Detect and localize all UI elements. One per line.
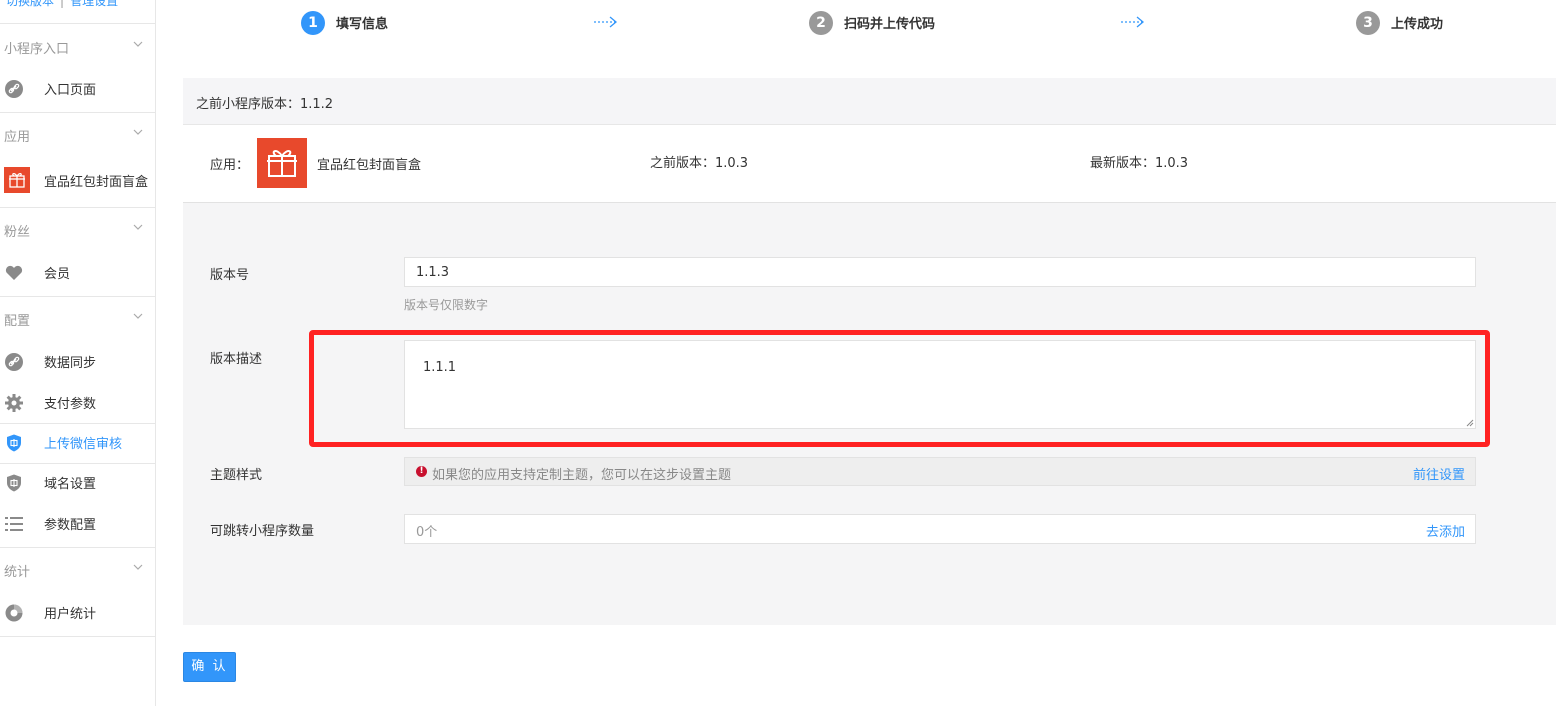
- sidebar-top-links: 切换版本 | 管理设置: [6, 0, 118, 9]
- version-number-value: 1.1.3: [416, 265, 450, 280]
- top-links-separator: |: [60, 0, 65, 8]
- sidebar-item-label: 域名设置: [44, 477, 97, 492]
- version-number-input[interactable]: 1.1.3: [404, 257, 1476, 287]
- sidebar-item-data-sync[interactable]: 数据同步: [0, 343, 156, 379]
- sidebar-item-label: 宜品红包封面盲盒: [44, 175, 149, 190]
- previous-app-version: 之前版本：1.0.3: [650, 156, 749, 171]
- upload-form: 版本号 1.1.3 版本号仅限数字 版本描述 1.1.1 主题样式 ! 如果您的…: [183, 203, 1556, 625]
- step-3-number: 3: [1356, 11, 1380, 35]
- shield-icon: [7, 474, 21, 492]
- sidebar-item-domain-settings[interactable]: 域名设置: [0, 464, 156, 500]
- sidebar-item-param-config[interactable]: 参数配置: [0, 505, 156, 541]
- sidebar-divider: [0, 207, 156, 208]
- sidebar-divider: [0, 636, 156, 637]
- heart-icon: [5, 265, 23, 280]
- step-arrow-icon: [1121, 16, 1145, 28]
- step-arrow-icon: [594, 16, 618, 28]
- app-label: 应用：: [210, 158, 250, 173]
- chevron-down-icon[interactable]: [133, 311, 143, 321]
- step-2-number: 2: [809, 11, 833, 35]
- shield-icon: [7, 434, 21, 452]
- sidebar-divider: [0, 112, 156, 113]
- sidebar-item-payment-params[interactable]: 支付参数: [0, 384, 156, 420]
- group-title-fans: 粉丝: [4, 225, 31, 240]
- link-icon: [5, 80, 23, 98]
- group-title-apps: 应用: [4, 130, 31, 145]
- latest-app-version: 最新版本：1.0.3: [1090, 156, 1189, 171]
- theme-notice-text: 如果您的应用支持定制主题，您可以在这步设置主题: [432, 468, 732, 483]
- sidebar: 切换版本 | 管理设置 小程序入口 入口页面 应用 宜品红包封面盲盒 粉丝 会员 配…: [0, 0, 156, 706]
- previous-version-bar: 之前小程序版本：1.1.2: [183, 78, 1556, 125]
- chevron-down-icon[interactable]: [133, 39, 143, 49]
- step-2-label: 扫码并上传代码: [844, 17, 936, 32]
- sidebar-item-upload-wechat-review[interactable]: 上传微信审核: [0, 424, 156, 460]
- manage-settings-link[interactable]: 管理设置: [70, 0, 118, 8]
- version-number-label: 版本号: [210, 268, 250, 283]
- previous-miniapp-version: 之前小程序版本：1.1.2: [196, 97, 334, 112]
- sidebar-item-label: 会员: [44, 267, 71, 282]
- sidebar-item-label: 用户统计: [44, 607, 97, 622]
- sidebar-item-members[interactable]: 会员: [0, 254, 156, 290]
- gift-app-icon: [4, 167, 30, 193]
- version-description-textarea[interactable]: 1.1.1: [404, 340, 1476, 429]
- sidebar-item-label: 入口页面: [44, 83, 97, 98]
- app-info-row: 应用： 宜品红包封面盲盒 之前版本：1.0.3 最新版本：1.0.3: [183, 125, 1556, 203]
- chevron-down-icon[interactable]: [133, 127, 143, 137]
- jumpable-miniapps-count: 0个: [416, 525, 438, 540]
- chevron-down-icon[interactable]: [133, 562, 143, 572]
- confirm-button[interactable]: 确 认: [183, 652, 236, 682]
- theme-notice: ! 如果您的应用支持定制主题，您可以在这步设置主题 前往设置: [404, 457, 1476, 486]
- add-miniapp-link[interactable]: 去添加: [1426, 521, 1465, 540]
- gift-app-icon: [257, 138, 307, 188]
- sidebar-divider: [0, 547, 156, 548]
- jumpable-miniapps-label: 可跳转小程序数量: [210, 524, 315, 539]
- jumpable-miniapps-field[interactable]: 0个 去添加: [404, 514, 1476, 544]
- chevron-down-icon[interactable]: [133, 222, 143, 232]
- version-number-hint: 版本号仅限数字: [404, 298, 489, 312]
- step-3-label: 上传成功: [1391, 17, 1444, 32]
- group-title-config: 配置: [4, 314, 31, 329]
- sidebar-item-label: 支付参数: [44, 397, 97, 412]
- resize-grip-icon[interactable]: [1466, 419, 1474, 427]
- theme-style-label: 主题样式: [210, 468, 263, 483]
- version-description-value: 1.1.1: [423, 360, 457, 375]
- sidebar-item-app-blindbox[interactable]: 宜品红包封面盲盒: [0, 162, 156, 198]
- pie-icon: [5, 604, 23, 622]
- group-title-miniapp-entry: 小程序入口: [4, 42, 70, 57]
- warning-icon: !: [416, 466, 427, 477]
- sidebar-item-label: 数据同步: [44, 356, 97, 371]
- list-icon: [5, 517, 23, 531]
- app-name: 宜品红包封面盲盒: [317, 158, 422, 173]
- sidebar-item-label: 上传微信审核: [44, 437, 123, 452]
- step-1-number: 1: [301, 11, 325, 35]
- sidebar-item-entry-page[interactable]: 入口页面: [0, 70, 156, 106]
- sidebar-divider: [0, 296, 156, 297]
- gear-icon: [5, 394, 23, 412]
- switch-version-link[interactable]: 切换版本: [6, 0, 54, 8]
- group-title-stats: 统计: [4, 565, 31, 580]
- sidebar-item-user-stats[interactable]: 用户统计: [0, 594, 156, 630]
- sidebar-divider: [0, 23, 156, 24]
- step-1-label: 填写信息: [336, 17, 389, 32]
- sidebar-item-label: 参数配置: [44, 518, 97, 533]
- version-description-label: 版本描述: [210, 352, 263, 367]
- link-icon: [5, 353, 23, 371]
- go-settings-link[interactable]: 前往设置: [1413, 464, 1465, 483]
